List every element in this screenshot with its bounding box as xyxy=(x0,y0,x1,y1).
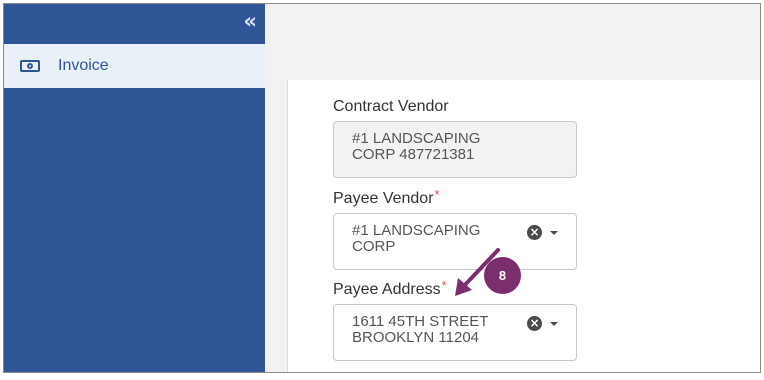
contract-vendor-label-text: Contract Vendor xyxy=(333,98,449,115)
sidebar: « Invoice xyxy=(4,4,265,372)
form-panel: Contract Vendor #1 LANDSCAPING CORP 4877… xyxy=(287,80,753,372)
contract-vendor-field: #1 LANDSCAPING CORP 487721381 xyxy=(333,121,577,178)
payee-vendor-select[interactable]: #1 LANDSCAPING CORP × xyxy=(333,213,577,270)
step-number-badge: 8 xyxy=(484,257,521,294)
required-marker: * xyxy=(434,187,440,202)
contract-vendor-label: Contract Vendor xyxy=(333,98,449,116)
collapse-sidebar-icon[interactable]: « xyxy=(243,11,257,32)
top-bar xyxy=(265,4,760,80)
payee-vendor-label-text: Payee Vendor xyxy=(333,190,434,207)
chevron-down-icon[interactable] xyxy=(550,231,558,235)
right-panel xyxy=(751,80,760,372)
app-window: « Invoice Contract Vendor #1 LANDSCAPING… xyxy=(3,3,761,373)
clear-icon[interactable]: × xyxy=(527,225,542,240)
payee-address-label: Payee Address* xyxy=(333,278,447,299)
sidebar-header: « xyxy=(4,4,265,40)
contract-vendor-value-line2: CORP 487721381 xyxy=(352,146,475,163)
payee-vendor-label: Payee Vendor* xyxy=(333,187,440,208)
contract-vendor-value-line1: #1 LANDSCAPING xyxy=(352,130,481,147)
clear-icon[interactable]: × xyxy=(527,316,542,331)
payee-address-select[interactable]: 1611 45TH STREET BROOKLYN 11204 × xyxy=(333,304,577,361)
main-area: Contract Vendor #1 LANDSCAPING CORP 4877… xyxy=(265,4,760,372)
chevron-down-icon[interactable] xyxy=(550,322,558,326)
required-marker: * xyxy=(441,278,447,293)
sidebar-item-label: Invoice xyxy=(58,57,109,74)
payee-address-value-line2: BROOKLYN 11204 xyxy=(352,329,480,346)
payee-vendor-value-line2: CORP xyxy=(352,238,396,255)
payee-address-label-text: Payee Address xyxy=(333,281,441,298)
payee-address-value-line1: 1611 45TH STREET xyxy=(352,313,489,330)
sidebar-item-invoice[interactable]: Invoice xyxy=(4,44,265,88)
payee-vendor-value-line1: #1 LANDSCAPING xyxy=(352,222,481,239)
money-icon xyxy=(20,60,40,72)
